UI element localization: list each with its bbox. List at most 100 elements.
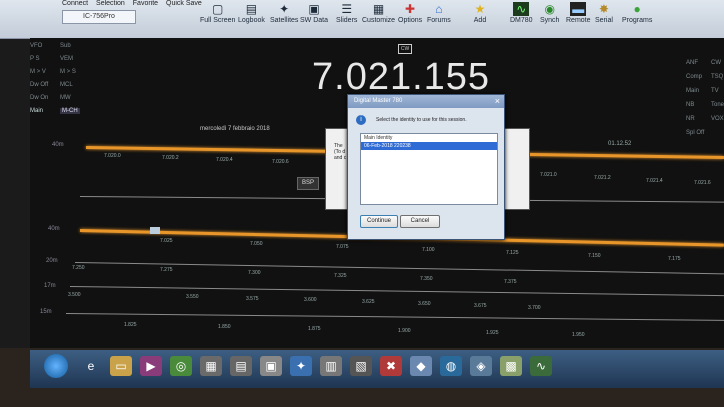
connect-button[interactable]: Connect xyxy=(62,0,88,7)
tick-label: 3.650 xyxy=(418,301,431,307)
globe-icon[interactable]: ◍ xyxy=(440,356,462,376)
vox-button[interactable]: VOX xyxy=(711,112,724,126)
options-button[interactable]: ✚ Options xyxy=(398,2,422,34)
sliders-button[interactable]: ☰ Sliders xyxy=(336,2,357,34)
dialog-message: Select the identity to use for this sess… xyxy=(376,117,467,123)
app-icon[interactable]: ▣ xyxy=(260,356,282,376)
right-control-panel-b: CW TSQ TV Tone VOX xyxy=(711,56,724,126)
tick-label: 3.675 xyxy=(474,303,487,309)
app-icon[interactable]: ▥ xyxy=(320,356,342,376)
tick-label: 1.850 xyxy=(218,324,231,330)
butterfly-icon[interactable]: ✦ xyxy=(290,356,312,376)
ribbon-toolbar: Connect Selection Favorite Quick Save IC… xyxy=(0,0,724,39)
favorite-button[interactable]: Favorite xyxy=(133,0,158,7)
info-icon: i xyxy=(356,115,366,125)
app-icon[interactable]: ▦ xyxy=(200,356,222,376)
tick-label: 1.825 xyxy=(124,322,137,328)
logbook-button[interactable]: ▤ Logbook xyxy=(238,2,265,34)
serial-icon: ✸ xyxy=(598,2,609,16)
m-to-v-button[interactable]: M > V xyxy=(30,66,60,79)
tick-label: 7.100 xyxy=(422,247,435,253)
synch-button[interactable]: ◉ Synch xyxy=(540,2,559,34)
quick-save-button[interactable]: Quick Save xyxy=(166,0,202,7)
tick-label: 1.900 xyxy=(398,328,411,334)
app-icon[interactable]: ▧ xyxy=(350,356,372,376)
satellites-button[interactable]: ✦ Satellites xyxy=(270,2,298,34)
folder-icon[interactable]: ▭ xyxy=(110,356,132,376)
sub-button[interactable]: Sub xyxy=(60,43,71,49)
background-dialog-text: The (To d and c xyxy=(334,143,347,161)
sliders-icon: ☰ xyxy=(341,2,353,16)
tick-label: 1.925 xyxy=(486,330,499,336)
app-icon[interactable]: ◆ xyxy=(410,356,432,376)
tick-label: 7.020.6 xyxy=(272,159,289,165)
chrome-icon[interactable]: ◎ xyxy=(170,356,192,376)
tsq-button[interactable]: TSQ xyxy=(711,70,724,84)
tick-label: 1.950 xyxy=(572,332,585,338)
forums-button[interactable]: ⌂ Forums xyxy=(427,2,451,34)
app-icon[interactable]: ▩ xyxy=(500,356,522,376)
list-item[interactable]: 06-Feb-2018 220238 xyxy=(361,142,497,150)
ps-button[interactable]: P S xyxy=(30,53,60,66)
start-button[interactable] xyxy=(44,354,68,378)
dw-off-button[interactable]: Dw Off xyxy=(30,79,60,92)
tick-label: 3.600 xyxy=(304,297,317,303)
app-icon[interactable]: ✖ xyxy=(380,356,402,376)
tick-label: 7.325 xyxy=(334,273,347,279)
frequency-display[interactable]: 7.021.155 xyxy=(312,56,490,99)
vem-button[interactable]: VEM xyxy=(60,56,73,62)
app-icon[interactable]: ▤ xyxy=(230,356,252,376)
sw-data-button[interactable]: ▣ SW Data xyxy=(300,2,328,34)
selection-button[interactable]: Selection xyxy=(96,0,125,7)
taskbar: e ▭ ▶ ◎ ▦ ▤ ▣ ✦ ▥ ▧ ✖ ◆ ◍ ◈ ▩ ∿ xyxy=(30,350,724,388)
identity-dialog: Digital Master 780 × i Select the identi… xyxy=(347,94,505,240)
dialog-title-bar: Digital Master 780 × xyxy=(348,95,504,108)
time-label: 01.12.52 xyxy=(608,141,632,147)
split-off-button[interactable]: Spl Off xyxy=(686,126,724,140)
band-label: 40m xyxy=(52,142,64,148)
dw-on-button[interactable]: Dw On xyxy=(30,92,60,105)
radio-tab[interactable]: IC-756Pro xyxy=(62,10,136,24)
quick-access-bar: Connect Selection Favorite Quick Save xyxy=(62,0,208,7)
dm780-taskbar-icon[interactable]: ∿ xyxy=(530,356,552,376)
tuning-marker[interactable] xyxy=(150,227,160,234)
tick-label: 7.020.4 xyxy=(216,157,233,163)
full-screen-button[interactable]: ▢ Full Screen xyxy=(200,2,235,34)
customize-button[interactable]: ▦ Customize xyxy=(362,2,395,34)
mcl-button[interactable]: MCL xyxy=(60,82,73,88)
tv-button[interactable]: TV xyxy=(711,84,724,98)
bsp-button[interactable]: BSP xyxy=(297,177,319,190)
m-ch-button[interactable]: M-CH xyxy=(60,108,80,114)
star-icon: ★ xyxy=(474,2,486,16)
tick-label: 7.050 xyxy=(250,241,263,247)
home-icon: ⌂ xyxy=(435,2,443,16)
close-icon[interactable]: × xyxy=(495,95,500,108)
remote-button[interactable]: ▬ Remote xyxy=(566,2,591,34)
ie-icon[interactable]: e xyxy=(80,356,102,376)
tick-label: 7.175 xyxy=(668,256,681,262)
continue-button[interactable]: Continue xyxy=(360,215,398,228)
tick-label: 1.875 xyxy=(308,326,321,332)
tick-label: 7.021.6 xyxy=(694,180,711,186)
band-label: 40m xyxy=(48,226,60,232)
vfo-button[interactable]: VFO xyxy=(30,40,60,53)
m-to-s-button[interactable]: M > S xyxy=(60,69,76,75)
serial-button[interactable]: ✸ Serial xyxy=(595,2,613,34)
identity-list[interactable]: Main Identity 06-Feb-2018 220238 xyxy=(360,133,498,205)
dialog-title: Digital Master 780 xyxy=(354,98,403,104)
mw-button[interactable]: MW xyxy=(60,95,71,101)
programs-button[interactable]: ● Programs xyxy=(622,2,652,34)
shield-icon[interactable]: ◈ xyxy=(470,356,492,376)
tone-button[interactable]: Tone xyxy=(711,98,724,112)
cw-side-button[interactable]: CW xyxy=(711,56,724,70)
tick-label: 7.021.4 xyxy=(646,178,663,184)
mode-badge[interactable]: CW xyxy=(398,44,412,54)
main-button[interactable]: Main xyxy=(30,105,60,118)
add-button[interactable]: ★ Add xyxy=(472,2,488,34)
tick-label: 7.350 xyxy=(420,276,433,282)
dm780-button[interactable]: ∿ DM780 xyxy=(510,2,533,34)
cancel-button[interactable]: Cancel xyxy=(400,215,440,228)
media-icon[interactable]: ▶ xyxy=(140,356,162,376)
band-label: 17m xyxy=(44,283,56,289)
tick-label: 3.625 xyxy=(362,299,375,305)
